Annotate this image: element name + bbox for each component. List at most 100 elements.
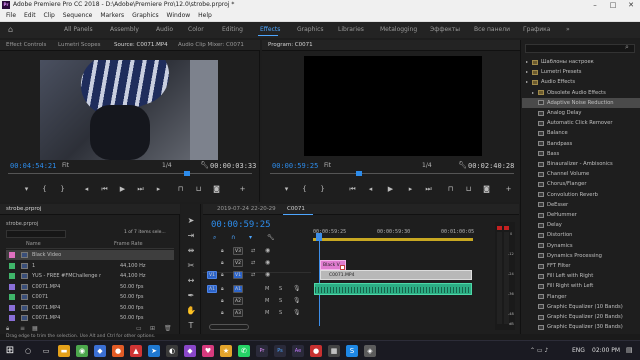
- effect-item[interactable]: DeHummer: [522, 210, 640, 220]
- track-lock-icon[interactable]: 🔒︎: [221, 246, 224, 256]
- effect-item[interactable]: FFT Filter: [522, 261, 640, 271]
- menu-sequence[interactable]: Sequence: [63, 12, 93, 19]
- snap-icon[interactable]: ⌕: [213, 234, 216, 242]
- source-mark-in-icon[interactable]: ▾: [22, 185, 31, 193]
- source-settings-wrench-icon[interactable]: 🔧︎: [200, 161, 209, 169]
- linked-selection-icon[interactable]: ∩: [231, 234, 235, 241]
- program-mark-in-icon[interactable]: ▾: [282, 185, 291, 193]
- mute-button[interactable]: M: [265, 308, 269, 318]
- app-icon-yellow[interactable]: ★: [220, 345, 232, 357]
- microphone-icon[interactable]: 🎙︎: [293, 308, 301, 318]
- effect-item[interactable]: Automatic Click Remover: [522, 118, 640, 128]
- meter-clip-indicator-right[interactable]: [504, 226, 509, 230]
- effect-item[interactable]: Dynamics Processing: [522, 251, 640, 261]
- clip-audio-a1[interactable]: [314, 283, 472, 295]
- notifications-icon[interactable]: ▤: [626, 346, 633, 354]
- effect-item[interactable]: Balance: [522, 128, 640, 138]
- app-icon-green[interactable]: ◉: [76, 345, 88, 357]
- workspace-editing[interactable]: Editing: [222, 22, 243, 38]
- workspace-graphics[interactable]: Graphics: [297, 22, 324, 38]
- sync-lock-icon[interactable]: ⇄: [251, 258, 255, 268]
- app-icon-recorder[interactable]: ●: [310, 345, 322, 357]
- program-lift-icon[interactable]: ⊓: [446, 185, 455, 193]
- source-rewind-icon[interactable]: ⏮: [100, 185, 109, 193]
- effects-folder[interactable]: ▸ Audio Effects: [522, 77, 640, 87]
- effect-item[interactable]: Bass: [522, 149, 640, 159]
- chevron-right-icon[interactable]: ▸: [526, 77, 528, 87]
- effect-item[interactable]: Fill Right with Left: [522, 281, 640, 291]
- source-play-icon[interactable]: ▶: [118, 185, 127, 193]
- source-add-button-icon[interactable]: +: [238, 185, 247, 193]
- track-target-toggle[interactable]: V1: [233, 271, 243, 279]
- tray-icons[interactable]: ⌃ ▭ ♪: [530, 347, 548, 354]
- close-button[interactable]: ✕: [622, 0, 640, 10]
- task-view-icon[interactable]: ▭: [40, 345, 52, 357]
- mute-button[interactable]: M: [265, 284, 269, 294]
- track-target-toggle[interactable]: A2: [233, 297, 243, 305]
- effect-item[interactable]: Fill Left with Right: [522, 271, 640, 281]
- menu-file[interactable]: File: [6, 12, 16, 19]
- workspace-libraries[interactable]: Libraries: [338, 22, 364, 38]
- solo-button[interactable]: S: [279, 296, 282, 306]
- source-go-to-out-icon[interactable]: ▸: [154, 185, 163, 193]
- menu-clip[interactable]: Clip: [44, 12, 55, 19]
- menu-help[interactable]: Help: [198, 12, 212, 19]
- source-timecode-current[interactable]: 00:04:54:21: [10, 162, 56, 170]
- hand-tool-icon[interactable]: ✋: [184, 304, 198, 318]
- app-icon-red[interactable]: ▲: [130, 345, 142, 357]
- program-go-to-in-icon[interactable]: }: [318, 185, 327, 193]
- effects-search-input[interactable]: [525, 44, 635, 53]
- premiere-taskbar-icon[interactable]: Pr: [256, 345, 268, 357]
- source-patch-toggle[interactable]: V1: [207, 271, 217, 279]
- minimize-button[interactable]: –: [586, 0, 604, 10]
- timeline-playhead-handle[interactable]: [316, 233, 322, 241]
- eye-icon[interactable]: ◉: [265, 258, 270, 268]
- program-resolution-dropdown[interactable]: 1/4: [422, 162, 432, 169]
- workspace-all-panels[interactable]: All Panels: [64, 22, 93, 38]
- home-icon[interactable]: ⌂: [8, 22, 13, 38]
- label-color-swatch[interactable]: [9, 304, 15, 311]
- source-time-ruler[interactable]: [8, 173, 252, 174]
- track-lock-icon[interactable]: 🔒︎: [221, 258, 224, 268]
- source-export-frame-icon[interactable]: ◙: [212, 185, 221, 193]
- timeline-settings-icon[interactable]: 🔧︎: [267, 234, 275, 241]
- label-color-swatch[interactable]: [9, 294, 15, 300]
- program-play-icon[interactable]: ▶: [386, 185, 395, 193]
- selection-tool-icon[interactable]: ➤: [184, 214, 198, 228]
- label-color-swatch[interactable]: [9, 283, 15, 290]
- type-tool-icon[interactable]: T: [184, 319, 198, 333]
- app-icon-telegram[interactable]: ➤: [148, 345, 160, 357]
- label-color-swatch[interactable]: [9, 315, 15, 321]
- workspace-overflow-button[interactable]: »: [566, 22, 570, 38]
- program-step-back-icon[interactable]: ◂: [366, 185, 375, 193]
- microphone-icon[interactable]: 🎙︎: [293, 284, 301, 294]
- effects-folder[interactable]: ▸ Obsolete Audio Effects: [522, 88, 640, 98]
- timeline-zoom-scrollbar[interactable]: [209, 324, 249, 330]
- effect-item[interactable]: Distortion: [522, 230, 640, 240]
- track-target-toggle[interactable]: V3: [233, 247, 243, 255]
- label-color-swatch[interactable]: [9, 262, 15, 269]
- language-indicator[interactable]: ENG: [572, 347, 585, 354]
- effect-item[interactable]: Graphic Equalizer (10 Bands): [522, 302, 640, 312]
- program-go-to-out-icon[interactable]: ⏭: [424, 185, 433, 193]
- sync-lock-icon[interactable]: ⇄: [251, 246, 255, 256]
- tab-lumetri-scopes[interactable]: Lumetri Scopes: [58, 40, 101, 51]
- project-item-row[interactable]: C0071.MP4 50.00 fps: [6, 313, 174, 323]
- program-step-forward-icon[interactable]: ▸: [406, 185, 415, 193]
- app-icon-dark[interactable]: ◐: [166, 345, 178, 357]
- track-select-tool-icon[interactable]: ⇥: [184, 229, 198, 243]
- project-item-row[interactable]: 1 44,100 Hz: [6, 261, 174, 271]
- menu-graphics[interactable]: Graphics: [132, 12, 159, 19]
- column-name[interactable]: Name: [26, 240, 41, 249]
- effect-item[interactable]: Analog Delay: [522, 108, 640, 118]
- clip-video-c0071[interactable]: C0071.MP4: [320, 270, 472, 280]
- add-marker-icon[interactable]: ▾: [249, 234, 252, 241]
- app-icon-blue[interactable]: ◆: [94, 345, 106, 357]
- tab-project[interactable]: strobe.prproj: [6, 204, 41, 215]
- program-playhead[interactable]: [356, 171, 362, 176]
- photoshop-taskbar-icon[interactable]: Ps: [274, 345, 286, 357]
- workspace-audio[interactable]: Audio: [156, 22, 173, 38]
- effect-item[interactable]: DeEsser: [522, 200, 640, 210]
- source-playhead[interactable]: [184, 171, 190, 176]
- windows-start-icon[interactable]: ⊞: [4, 345, 16, 357]
